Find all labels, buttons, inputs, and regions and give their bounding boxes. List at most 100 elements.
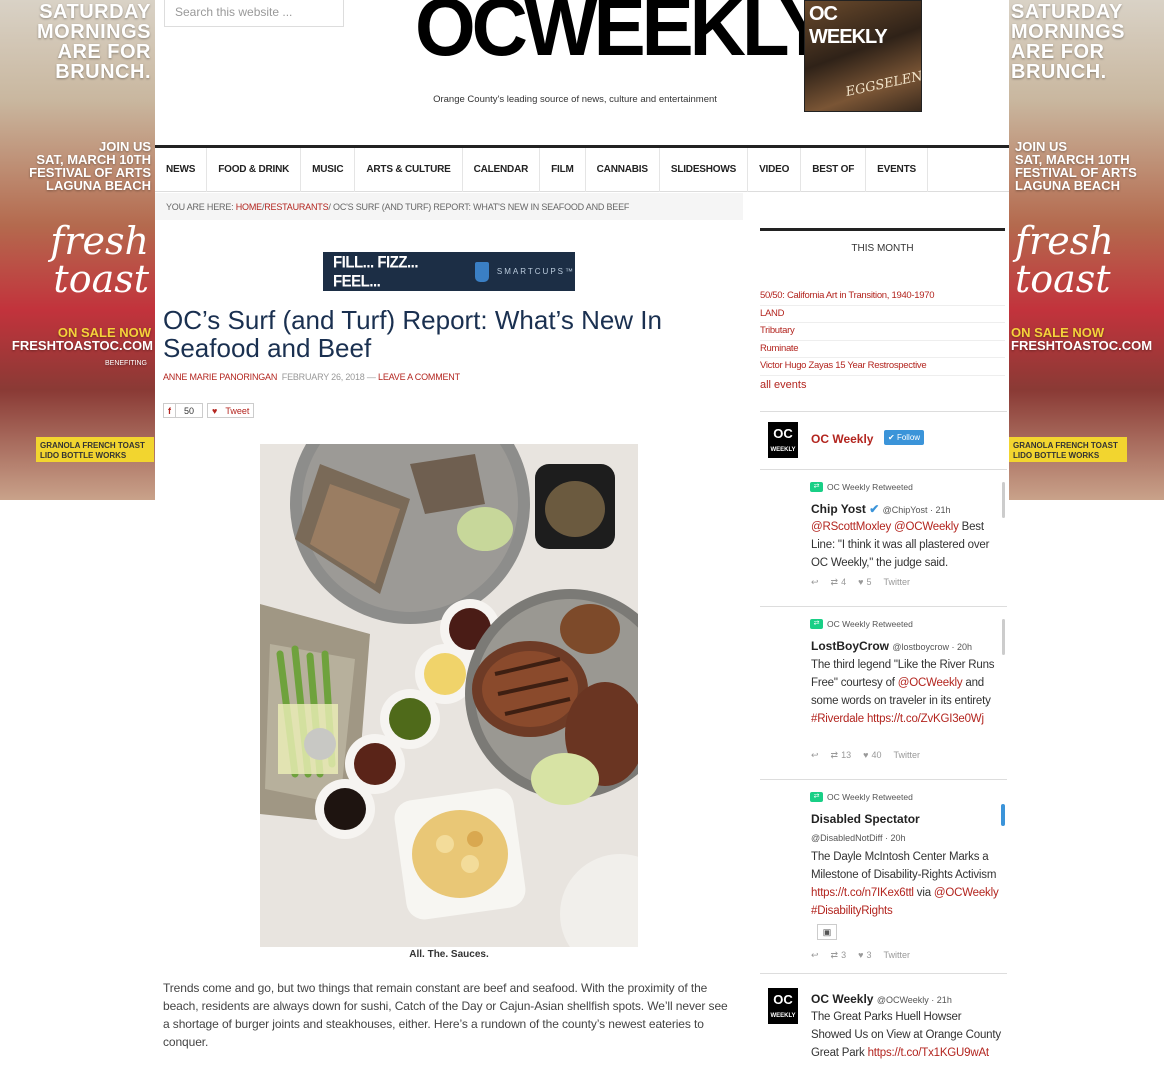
side-ad-right[interactable]: SATURDAY MORNINGS ARE FOR BRUNCH. JOIN U… <box>1009 0 1164 500</box>
breadcrumb-current: OC'S SURF (AND TURF) REPORT: WHAT'S NEW … <box>333 202 630 212</box>
magazine-cover-text: EGGSELENCE <box>844 65 922 100</box>
reply-icon[interactable]: ↩ <box>811 750 819 761</box>
tweet-author[interactable]: OC Weekly @OCWeekly · 21h <box>811 992 952 1006</box>
tweet-source[interactable]: Twitter <box>883 577 910 588</box>
ad-sponsors: GRANOLA FRENCH TOAST LIDO BOTTLE WORKS <box>36 437 154 462</box>
tweet[interactable]: ⇄ OC Weekly Retweeted Disabled Spectator … <box>760 780 1007 974</box>
tweet-text-part: The Dayle McIntosh Center Marks a Milest… <box>811 851 997 881</box>
tweet-text: @RScottMoxley @OCWeekly Best Line: "I th… <box>811 518 1004 572</box>
tweet-author[interactable]: Disabled Spectator <box>811 812 920 826</box>
event-link[interactable]: 50/50: California Art in Transition, 194… <box>760 288 1005 306</box>
tweet-mention[interactable]: @RScottMoxley @OCWeekly <box>811 521 959 533</box>
nav-news[interactable]: NEWS <box>155 148 208 192</box>
tweet-link[interactable]: https://t.co/Tx1KGU9wAt <box>868 1047 990 1059</box>
nav-arts-culture[interactable]: ARTS & CULTURE <box>355 148 463 192</box>
oc-weekly-avatar[interactable]: OC WEEKLY <box>768 988 798 1024</box>
facebook-share-button[interactable]: f 50 <box>163 403 204 418</box>
tweet-media-thumb[interactable] <box>1002 619 1005 655</box>
nav-video[interactable]: VIDEO <box>748 148 802 192</box>
share-buttons: f 50 ♥ Tweet <box>163 403 255 418</box>
author-link[interactable]: ANNE MARIE PANORINGAN <box>163 372 277 382</box>
tweet-source[interactable]: Twitter <box>893 750 920 761</box>
facebook-share-count: 50 <box>184 405 195 416</box>
all-events-link[interactable]: all events <box>760 379 1005 391</box>
search-input[interactable]: Search this website ... <box>164 0 344 27</box>
breadcrumb-restaurants[interactable]: RESTAURANTS <box>264 202 328 212</box>
retweet-button[interactable]: ⇄ 4 <box>831 577 847 588</box>
tweet-source[interactable]: Twitter <box>883 950 910 961</box>
tweet-author-name: LostBoyCrow <box>811 639 889 653</box>
tweet-hashtag[interactable]: #Riverdale <box>811 713 864 725</box>
follow-label: Follow <box>896 433 921 442</box>
nav-music[interactable]: MUSIC <box>301 148 356 192</box>
nav-slideshows[interactable]: SLIDESHOWS <box>660 148 749 192</box>
tweet-button[interactable]: ♥ Tweet <box>207 403 255 418</box>
event-link[interactable]: Ruminate <box>760 341 1005 358</box>
retweet-button[interactable]: ⇄ 3 <box>831 950 847 961</box>
event-link[interactable]: LAND <box>760 306 1005 323</box>
leave-comment-link[interactable]: LEAVE A COMMENT <box>378 372 460 382</box>
reply-icon[interactable]: ↩ <box>811 577 819 588</box>
byline-dash: — <box>366 372 376 382</box>
event-link[interactable]: Victor Hugo Zayas 15 Year Restrospective <box>760 358 1005 376</box>
tweet-media-thumb[interactable] <box>1001 804 1005 826</box>
ad-sponsors: GRANOLA FRENCH TOAST LIDO BOTTLE WORKS <box>1009 437 1127 462</box>
breadcrumb: YOU ARE HERE: HOME/RESTAURANTS/ OC'S SUR… <box>155 193 743 220</box>
sidebar-title: THIS MONTH <box>851 243 914 254</box>
magazine-cover[interactable]: OC WEEKLY EGGSELENCE <box>804 0 922 112</box>
tweet-link[interactable]: https://t.co/n7IKex6ttl <box>811 887 914 899</box>
food-photo-illustration <box>260 444 638 947</box>
nav-cannabis[interactable]: CANNABIS <box>586 148 660 192</box>
twitter-icon: ♥ <box>212 405 218 416</box>
retweet-icon: ⇄ <box>810 619 823 629</box>
sidebar-divider <box>760 228 1005 231</box>
tweet[interactable]: ⇄ OC Weekly Retweeted Chip Yost ✔ @ChipYo… <box>760 470 1007 607</box>
twitter-header: OC WEEKLY OC Weekly ✔ Follow <box>760 412 1007 470</box>
side-ad-left[interactable]: SATURDAY MORNINGS ARE FOR BRUNCH. JOIN U… <box>0 0 155 500</box>
tweet-actions: ↩ ⇄ 4 ♥ 5 Twitter <box>811 577 910 588</box>
reply-icon[interactable]: ↩ <box>811 950 819 961</box>
tweet-media-thumb[interactable] <box>1002 482 1005 518</box>
ad-join-line: LAGUNA BEACH <box>46 178 151 193</box>
twitter-account-name[interactable]: OC Weekly <box>811 432 873 446</box>
nav-film[interactable]: FILM <box>540 148 586 192</box>
ad-headline-line: ARE FOR <box>1011 41 1105 63</box>
tweet-mention[interactable]: @OCWeekly <box>898 677 963 689</box>
nav-food-drink[interactable]: FOOD & DRINK <box>207 148 302 192</box>
article-body: Trends come and go, but two things that … <box>163 981 728 1049</box>
tweet-author[interactable]: LostBoyCrow @lostboycrow · 20h <box>811 639 972 653</box>
retweet-button[interactable]: ⇄ 13 <box>831 750 852 761</box>
ad-join-line: LAGUNA BEACH <box>1015 178 1120 193</box>
site-logo[interactable]: OCWEEKLY® Orange County's leading source… <box>415 0 837 105</box>
nav-events[interactable]: EVENTS <box>866 148 928 192</box>
nav-calendar[interactable]: CALENDAR <box>463 148 541 192</box>
like-button[interactable]: ♥ 3 <box>858 950 871 961</box>
article-photo[interactable] <box>260 444 638 947</box>
tweet-handle: @DisabledNotDiff · 20h <box>811 833 906 843</box>
image-icon[interactable]: ▣ <box>817 924 837 940</box>
nav-best-of[interactable]: BEST OF <box>801 148 867 192</box>
breadcrumb-prefix: YOU ARE HERE: <box>166 202 234 212</box>
magazine-title: OC WEEKLY <box>809 3 888 48</box>
tweet-author[interactable]: Chip Yost ✔ @ChipYost · 21h <box>811 502 950 516</box>
tweet[interactable]: ⇄ OC Weekly Retweeted LostBoyCrow @lostbo… <box>760 607 1007 780</box>
ad-headline-line: SATURDAY <box>39 1 151 23</box>
tweet[interactable]: OC WEEKLY OC Weekly @OCWeekly · 21h The G… <box>760 974 1007 1080</box>
ad-headline-line: MORNINGS <box>37 21 151 43</box>
retweet-label: OC Weekly Retweeted <box>827 619 913 629</box>
twitter-follow-button[interactable]: ✔ Follow <box>884 430 925 445</box>
retweet-count: 4 <box>841 577 847 587</box>
like-button[interactable]: ♥ 40 <box>863 750 881 761</box>
oc-weekly-avatar[interactable]: OC WEEKLY <box>768 422 798 458</box>
banner-brand: SMARTCUPS™ <box>496 267 575 276</box>
tweet-link[interactable]: https://t.co/ZvKGI3e0Wj <box>867 713 984 725</box>
like-button[interactable]: ♥ 5 <box>858 577 871 588</box>
retweet-count: 13 <box>841 750 852 760</box>
ad-headline-line: BRUNCH. <box>55 61 151 83</box>
ad-site-text: FRESHTOASTOC.COM <box>11 338 153 353</box>
breadcrumb-home[interactable]: HOME <box>236 202 262 212</box>
event-link[interactable]: Tributary <box>760 323 1005 341</box>
banner-text: FILL... FIZZ... FEEL... <box>333 252 418 291</box>
smartcups-banner-ad[interactable]: FILL... FIZZ... FEEL... SMARTCUPS™ <box>323 252 575 291</box>
twitter-timeline: OC WEEKLY OC Weekly ✔ Follow ⇄ OC Weekly R… <box>760 411 1007 1080</box>
